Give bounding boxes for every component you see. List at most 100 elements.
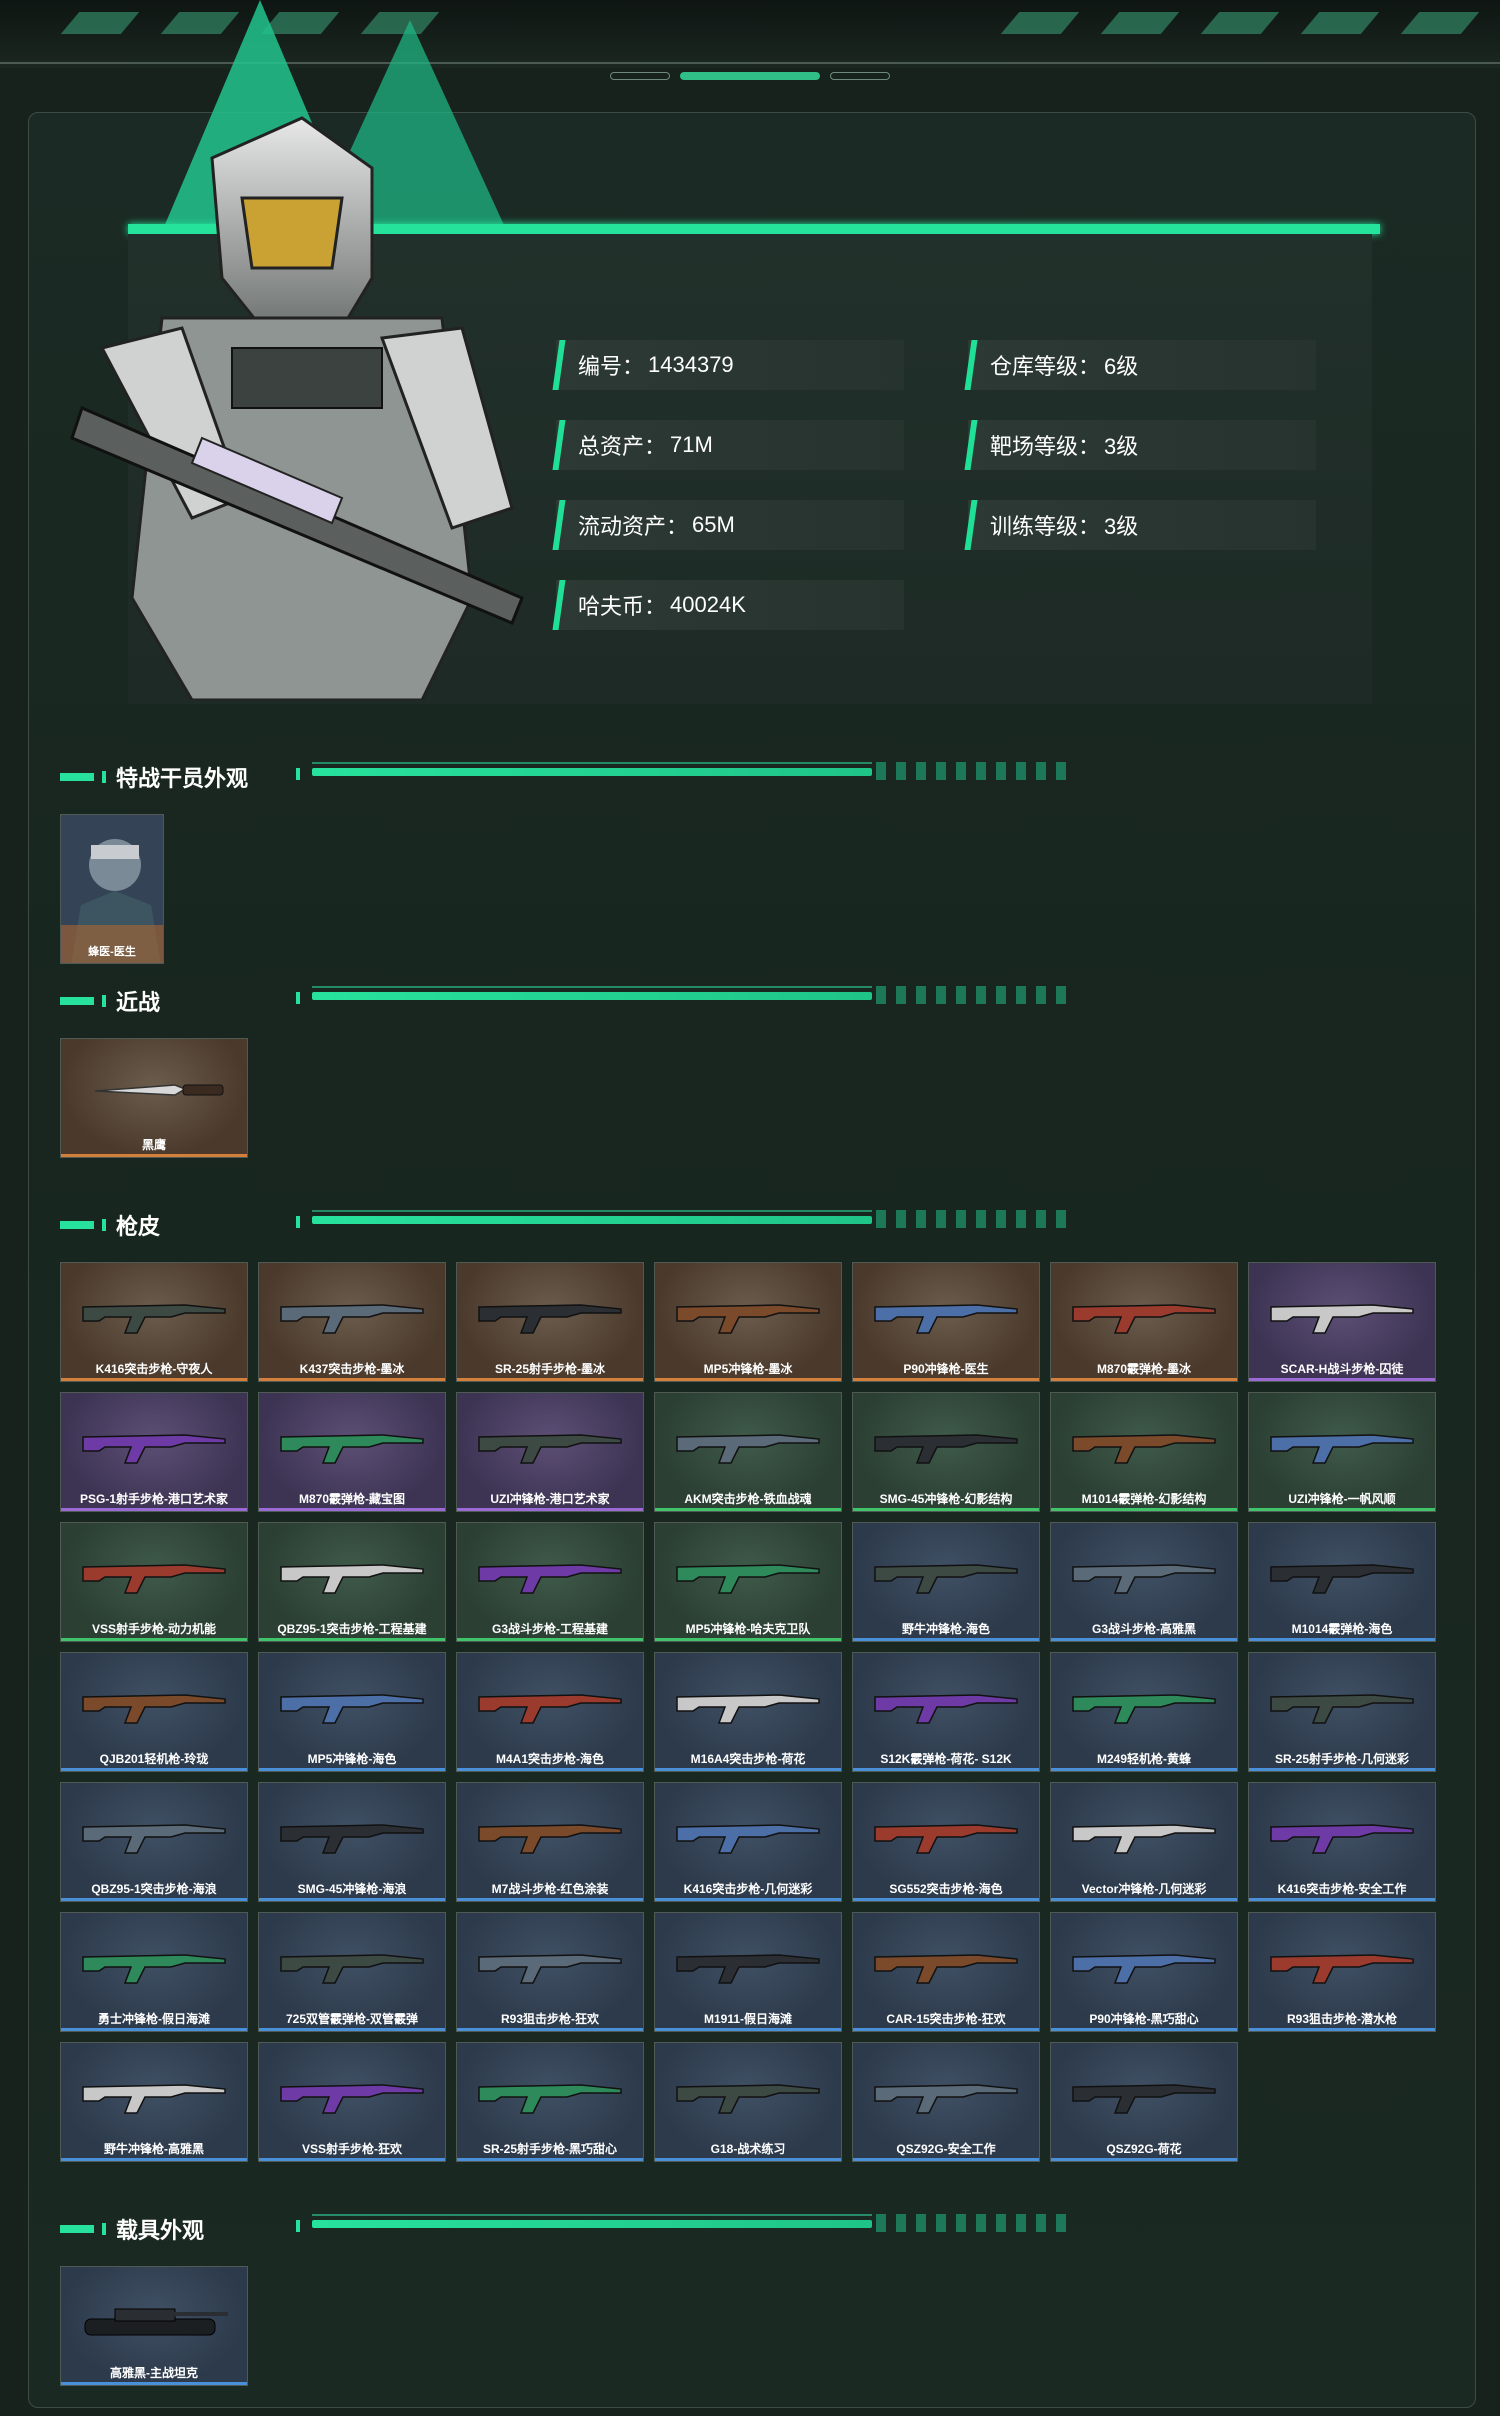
gun-icon	[874, 1434, 1018, 1464]
gun-skin-label: SCAR-H战斗步枪-囚徒	[1280, 1362, 1404, 1376]
gun-skin-label: K437突击步枪-墨冰	[299, 1362, 405, 1376]
gun-icon	[874, 1954, 1018, 1984]
gun-skin-card[interactable]: SR-25射手步枪-几何迷彩	[1248, 1652, 1436, 1772]
agent-skin-card[interactable]: 蜂医-医生	[60, 814, 164, 964]
gun-skin-card[interactable]: M16A4突击步枪-荷花	[654, 1652, 842, 1772]
rarity-bar	[457, 2158, 643, 2161]
rarity-bar	[1051, 1768, 1237, 1771]
info-id: 编号： 1434379	[556, 340, 904, 390]
gun-icon	[82, 1694, 226, 1724]
rarity-bar	[259, 2158, 445, 2161]
gun-skin-card[interactable]: MP5冲锋枪-哈夫克卫队	[654, 1522, 842, 1642]
gun-skin-card[interactable]: QSZ92G-荷花	[1050, 2042, 1238, 2162]
gun-skin-card[interactable]: AKM突击步枪-铁血战魂	[654, 1392, 842, 1512]
gun-skin-card[interactable]: R93狙击步枪-狂欢	[456, 1912, 644, 2032]
gun-icon	[280, 1954, 424, 1984]
gun-skin-label: MP5冲锋枪-海色	[307, 1752, 397, 1766]
rarity-bar	[1051, 2158, 1237, 2161]
rarity-bar	[1051, 1638, 1237, 1641]
info-total-assets-label: 总资产：	[578, 434, 667, 459]
gun-icon	[676, 1434, 820, 1464]
gun-skin-label: VSS射手步枪-动力机能	[91, 1622, 216, 1636]
melee-card[interactable]: 黑鹰	[60, 1038, 248, 1158]
rarity-bar	[457, 2028, 643, 2031]
rarity-bar	[259, 2028, 445, 2031]
gun-skin-card[interactable]: G18-战术练习	[654, 2042, 842, 2162]
gun-skin-card[interactable]: QJB201轻机枪-玲珑	[60, 1652, 248, 1772]
gun-icon	[874, 1304, 1018, 1334]
info-warehouse-label: 仓库等级：	[990, 354, 1101, 379]
gun-skin-card[interactable]: SMG-45冲锋枪-海浪	[258, 1782, 446, 1902]
gun-skin-card[interactable]: UZI冲锋枪-港口艺术家	[456, 1392, 644, 1512]
section-divider-melee	[296, 986, 1096, 1004]
gun-skin-card[interactable]: K437突击步枪-墨冰	[258, 1262, 446, 1382]
gun-skin-card[interactable]: QBZ95-1突击步枪-海浪	[60, 1782, 248, 1902]
rarity-bar	[259, 1378, 445, 1381]
gun-skin-card[interactable]: M1911-假日海滩	[654, 1912, 842, 2032]
rarity-bar	[853, 1508, 1039, 1511]
gun-skin-card[interactable]: QSZ92G-安全工作	[852, 2042, 1040, 2162]
gun-skin-card[interactable]: M870霰弹枪-藏宝图	[258, 1392, 446, 1512]
gun-icon	[1072, 1694, 1216, 1724]
gun-skin-label: 勇士冲锋枪-假日海滩	[98, 2012, 210, 2026]
gun-skin-card[interactable]: Vector冲锋枪-几何迷彩	[1050, 1782, 1238, 1902]
gun-icon	[676, 2084, 820, 2114]
gun-skin-card[interactable]: 野牛冲锋枪-高雅黑	[60, 2042, 248, 2162]
rarity-bar	[61, 1508, 247, 1511]
gun-skin-card[interactable]: SG552突击步枪-海色	[852, 1782, 1040, 1902]
gun-skin-card[interactable]: PSG-1射手步枪-港口艺术家	[60, 1392, 248, 1512]
gun-skin-card[interactable]: M1014霰弹枪-海色	[1248, 1522, 1436, 1642]
gun-skin-label: P90冲锋枪-医生	[903, 1362, 989, 1376]
rarity-bar	[61, 1638, 247, 1641]
gun-skin-card[interactable]: M249轻机枪-黄蜂	[1050, 1652, 1238, 1772]
gun-skin-card[interactable]: K416突击步枪-几何迷彩	[654, 1782, 842, 1902]
rarity-bar	[457, 1638, 643, 1641]
gun-skin-card[interactable]: K416突击步枪-安全工作	[1248, 1782, 1436, 1902]
gun-skin-label: P90冲锋枪-黑巧甜心	[1089, 2012, 1199, 2026]
gun-icon	[280, 1564, 424, 1594]
gun-icon	[676, 1304, 820, 1334]
gun-skin-card[interactable]: M870霰弹枪-墨冰	[1050, 1262, 1238, 1382]
gun-skin-card[interactable]: M7战斗步枪-红色涂装	[456, 1782, 644, 1902]
rarity-bar	[259, 1638, 445, 1641]
gun-skin-card[interactable]: 野牛冲锋枪-海色	[852, 1522, 1040, 1642]
gun-skin-card[interactable]: MP5冲锋枪-墨冰	[654, 1262, 842, 1382]
gun-skin-label: Vector冲锋枪-几何迷彩	[1081, 1882, 1207, 1896]
gun-skin-card[interactable]: P90冲锋枪-医生	[852, 1262, 1040, 1382]
gun-skin-card[interactable]: G3战斗步枪-高雅黑	[1050, 1522, 1238, 1642]
gun-icon	[1270, 1954, 1414, 1984]
gun-skin-label: M1911-假日海滩	[703, 2012, 793, 2026]
gun-skin-card[interactable]: M1014霰弹枪-幻影结构	[1050, 1392, 1238, 1512]
gun-skin-card[interactable]: SR-25射手步枪-墨冰	[456, 1262, 644, 1382]
info-total-assets: 总资产： 71M	[556, 420, 904, 470]
gun-skin-card[interactable]: CAR-15突击步枪-狂欢	[852, 1912, 1040, 2032]
gun-skin-card[interactable]: VSS射手步枪-动力机能	[60, 1522, 248, 1642]
section-header-agent: 特战干员外观	[60, 762, 248, 792]
gun-skin-card[interactable]: 勇士冲锋枪-假日海滩	[60, 1912, 248, 2032]
rarity-bar	[1051, 1378, 1237, 1381]
gun-skin-card[interactable]: QBZ95-1突击步枪-工程基建	[258, 1522, 446, 1642]
gun-skin-label: K416突击步枪-几何迷彩	[683, 1882, 813, 1896]
gun-skin-card[interactable]: S12K霰弹枪-荷花- S12K	[852, 1652, 1040, 1772]
info-id-value: 1434379	[648, 352, 734, 377]
gun-skin-card[interactable]: P90冲锋枪-黑巧甜心	[1050, 1912, 1238, 2032]
gun-skin-card[interactable]: VSS射手步枪-狂欢	[258, 2042, 446, 2162]
gun-skin-card[interactable]: MP5冲锋枪-海色	[258, 1652, 446, 1772]
rarity-bar	[1051, 1898, 1237, 1901]
gun-skin-card[interactable]: R93狙击步枪-潜水枪	[1248, 1912, 1436, 2032]
gun-icon	[478, 1304, 622, 1334]
gun-skin-card[interactable]: M4A1突击步枪-海色	[456, 1652, 644, 1772]
gun-skin-card[interactable]: SMG-45冲锋枪-幻影结构	[852, 1392, 1040, 1512]
section-divider-agent	[296, 762, 1096, 780]
gun-skin-card[interactable]: UZI冲锋枪-一帆风顺	[1248, 1392, 1436, 1512]
gun-skin-card[interactable]: K416突击步枪-守夜人	[60, 1262, 248, 1382]
section-title-vehicle: 载具外观	[116, 2218, 205, 2243]
gun-icon	[1072, 1824, 1216, 1854]
gun-skin-card[interactable]: SCAR-H战斗步枪-囚徒	[1248, 1262, 1436, 1382]
vehicle-card[interactable]: 高雅黑-主战坦克	[60, 2266, 248, 2386]
gun-skin-label: K416突击步枪-安全工作	[1277, 1882, 1407, 1896]
gun-skin-label: MP5冲锋枪-墨冰	[703, 1362, 793, 1376]
gun-skin-card[interactable]: SR-25射手步枪-黑巧甜心	[456, 2042, 644, 2162]
gun-skin-card[interactable]: 725双管霰弹枪-双管霰弹	[258, 1912, 446, 2032]
gun-skin-card[interactable]: G3战斗步枪-工程基建	[456, 1522, 644, 1642]
